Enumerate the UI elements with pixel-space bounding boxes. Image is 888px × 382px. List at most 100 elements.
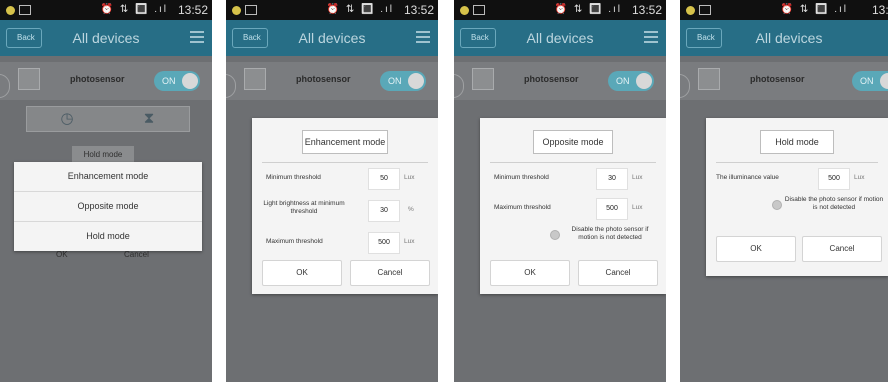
device-name: photosensor xyxy=(750,74,805,84)
menu-icon[interactable] xyxy=(644,31,658,43)
illuminance-input[interactable]: 500 xyxy=(818,168,850,190)
device-row: photosensor ON xyxy=(680,62,888,100)
content-area: photosensor ON Opposite mode Minimum thr… xyxy=(454,56,666,382)
cancel-button[interactable]: Cancel xyxy=(350,260,430,286)
disable-sensor-checkbox[interactable] xyxy=(772,200,782,210)
status-bar: ⏰ ⇅ 🔳 .ıl 13:52 xyxy=(0,0,212,20)
side-tab[interactable] xyxy=(0,74,10,98)
max-threshold-label: Maximum threshold xyxy=(266,238,323,245)
device-name: photosensor xyxy=(70,74,125,84)
power-toggle[interactable]: ON xyxy=(608,71,654,91)
toggle-knob xyxy=(182,73,198,89)
max-threshold-row: Maximum threshold 500 Lux xyxy=(480,193,666,223)
photosensor-icon xyxy=(472,68,494,90)
toggle-label: ON xyxy=(162,76,176,86)
brightness-input[interactable]: 30 xyxy=(368,200,400,222)
phone-screen-hold: ⏰ ⇅ 🔳 .ıl 13:52 Back All devices photose… xyxy=(680,0,888,382)
background-ok-label: OK xyxy=(56,250,68,259)
max-threshold-label: Maximum threshold xyxy=(494,204,551,211)
tabs-row: ◷ ⧗ xyxy=(26,106,190,132)
cancel-button[interactable]: Cancel xyxy=(578,260,658,286)
side-tab[interactable] xyxy=(454,74,464,98)
page-title: All devices xyxy=(755,30,823,46)
brightness-row: Light brightness at minimum threshold 30… xyxy=(252,193,438,227)
max-threshold-unit: Lux xyxy=(632,204,643,211)
ok-button[interactable]: OK xyxy=(716,236,796,262)
clock: 13:52 xyxy=(177,3,208,17)
side-tab[interactable] xyxy=(680,74,690,98)
status-bar: ⏰ ⇅ 🔳 .ıl 13:52 xyxy=(680,0,888,20)
photosensor-icon xyxy=(18,68,40,90)
mode-option-hold[interactable]: Hold mode xyxy=(14,222,202,251)
toggle-knob xyxy=(408,73,424,89)
hourglass-tab-icon[interactable]: ⧗ xyxy=(109,109,189,129)
dialog-title: Opposite mode xyxy=(533,130,613,154)
power-toggle[interactable]: ON xyxy=(154,71,200,91)
brightness-unit: % xyxy=(408,206,414,213)
status-icons: ⏰ ⇅ 🔳 .ıl xyxy=(100,4,168,15)
min-threshold-unit: Lux xyxy=(632,174,643,181)
background-cancel-label: Cancel xyxy=(124,250,149,259)
page-title: All devices xyxy=(526,30,594,46)
nav-bar: Back All devices xyxy=(226,20,438,56)
clock-tab-icon[interactable]: ◷ xyxy=(27,109,107,129)
content-area: photosensor ON Hold mode The illuminance… xyxy=(680,56,888,382)
min-threshold-unit: Lux xyxy=(404,174,415,181)
power-toggle[interactable]: ON xyxy=(852,71,888,91)
disable-sensor-checkbox[interactable] xyxy=(550,230,560,240)
device-row: photosensor ON xyxy=(226,62,438,100)
status-icons: ⏰ ⇅ 🔳 .ıl xyxy=(326,4,394,15)
notification-icon xyxy=(460,5,469,15)
illuminance-row: The illuminance value 500 Lux xyxy=(706,163,888,193)
max-threshold-input[interactable]: 500 xyxy=(596,198,628,220)
dialog-title: Enhancement mode xyxy=(302,130,388,154)
status-bar: ⏰ ⇅ 🔳 .ıl 13:52 xyxy=(454,0,666,20)
disable-sensor-row: Disable the photo sensor if motion is no… xyxy=(480,223,666,247)
ok-button[interactable]: OK xyxy=(490,260,570,286)
page-title: All devices xyxy=(298,30,366,46)
notification-icon xyxy=(232,5,241,15)
min-threshold-row: Minimum threshold 30 Lux xyxy=(480,163,666,193)
nav-bar: Back All devices xyxy=(0,20,212,56)
toggle-label: ON xyxy=(616,76,630,86)
content-area: photosensor ON ◷ ⧗ Hold mode OK Cancel E… xyxy=(0,56,212,382)
status-icons: ⏰ ⇅ 🔳 .ıl xyxy=(554,4,622,15)
nav-bar: Back All devices xyxy=(680,20,888,56)
dialog-title: Hold mode xyxy=(760,130,834,154)
side-tab[interactable] xyxy=(226,74,236,98)
status-bar: ⏰ ⇅ 🔳 .ıl 13:52 xyxy=(226,0,438,20)
min-threshold-input[interactable]: 30 xyxy=(596,168,628,190)
mode-option-enhancement[interactable]: Enhancement mode xyxy=(14,162,202,192)
mode-option-opposite[interactable]: Opposite mode xyxy=(14,192,202,222)
ok-button[interactable]: OK xyxy=(262,260,342,286)
max-threshold-input[interactable]: 500 xyxy=(368,232,400,254)
power-toggle[interactable]: ON xyxy=(380,71,426,91)
cancel-button[interactable]: Cancel xyxy=(802,236,882,262)
disable-sensor-label: Disable the photo sensor if motion is no… xyxy=(571,226,649,241)
device-name: photosensor xyxy=(524,74,579,84)
hold-mode-dialog: Hold mode The illuminance value 500 Lux … xyxy=(706,118,888,276)
menu-icon[interactable] xyxy=(190,31,204,43)
brightness-label: Light brightness at minimum threshold xyxy=(263,200,345,215)
min-threshold-label: Minimum threshold xyxy=(494,174,549,181)
notification-icon xyxy=(6,5,15,15)
max-threshold-unit: Lux xyxy=(404,238,415,245)
menu-icon[interactable] xyxy=(416,31,430,43)
disable-sensor-row: Disable the photo sensor if motion is no… xyxy=(706,193,888,217)
toggle-label: ON xyxy=(388,76,402,86)
image-icon xyxy=(699,5,711,16)
photosensor-icon xyxy=(244,68,266,90)
illuminance-unit: Lux xyxy=(854,174,865,181)
min-threshold-input[interactable]: 50 xyxy=(368,168,400,190)
clock: 13:52 xyxy=(871,3,888,17)
min-threshold-label: Minimum threshold xyxy=(266,174,321,181)
photosensor-icon xyxy=(698,68,720,90)
opposite-mode-dialog: Opposite mode Minimum threshold 30 Lux M… xyxy=(480,118,666,294)
image-icon xyxy=(245,5,257,16)
nav-bar: Back All devices xyxy=(454,20,666,56)
page-title: All devices xyxy=(72,30,140,46)
phone-screen-enhancement: ⏰ ⇅ 🔳 .ıl 13:52 Back All devices photose… xyxy=(226,0,438,382)
device-name: photosensor xyxy=(296,74,351,84)
notification-icon xyxy=(686,5,695,15)
enhancement-mode-dialog: Enhancement mode Minimum threshold 50 Lu… xyxy=(252,118,438,294)
